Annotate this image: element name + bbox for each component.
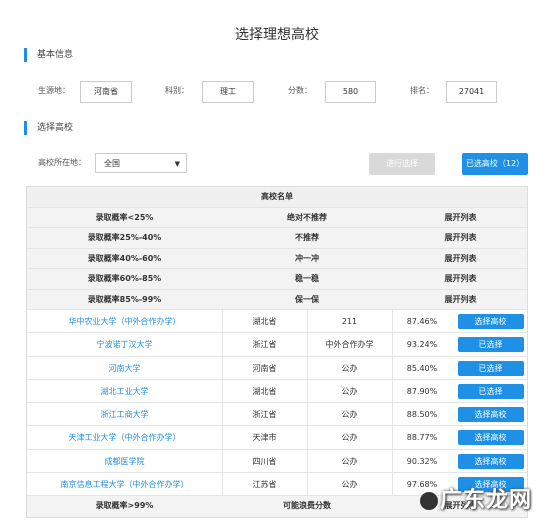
admission-rate-cell: 88.77% xyxy=(406,433,438,443)
category-row: 录取概率85%-99% 保一保 展开列表 xyxy=(27,289,529,310)
expand-list-link[interactable]: 展开列表 xyxy=(392,269,529,289)
submit-selection-button[interactable]: 进行选择 xyxy=(369,153,435,175)
table-header-title: 高校名单 xyxy=(261,192,293,201)
category-row: 录取概率60%-85% 稳一稳 展开列表 xyxy=(27,269,527,290)
expand-list-link[interactable]: 展开列表 xyxy=(392,290,529,310)
province-cell: 江苏省 xyxy=(222,473,308,496)
table-row: 河南大学 河南省 公办 85.40% 已选择 xyxy=(27,356,529,380)
region-select-value: 全国 xyxy=(104,159,120,168)
admission-rate-cell: 90.32% xyxy=(406,456,438,466)
school-type-cell: 公办 xyxy=(307,426,393,449)
score-field[interactable]: 580 xyxy=(325,81,376,103)
expand-list-link[interactable]: 展开列表 xyxy=(392,249,529,269)
logo-icon xyxy=(420,492,438,510)
category-prob: 录取概率40%-60% xyxy=(87,253,162,263)
table-row: 天津工业大学（中外合作办学） 天津市 公办 88.77% 选择高校 xyxy=(27,426,529,450)
school-type-cell: 公办 xyxy=(307,356,393,379)
province-cell: 四川省 xyxy=(222,449,308,473)
subject-label: 科别： xyxy=(165,86,189,95)
watermark-text: 广东龙网 xyxy=(440,488,533,513)
table-header: 高校名单 xyxy=(27,187,527,208)
table-row: 浙江工商大学 浙江省 公办 88.50% 选择高校 xyxy=(27,403,529,427)
province-cell: 湖北省 xyxy=(222,379,308,403)
category-advice: 冲一冲 xyxy=(295,253,319,263)
page-title: 选择理想高校 xyxy=(235,27,319,43)
school-type-cell: 公办 xyxy=(307,379,393,403)
category-advice: 不推荐 xyxy=(295,233,319,242)
chevron-down-icon: ▼ xyxy=(174,160,180,168)
score-label: 分数： xyxy=(288,86,312,95)
category-row: 录取概率40%-60% 冲一冲 展开列表 xyxy=(27,248,529,269)
school-type-cell: 211 xyxy=(307,310,393,333)
origin-field[interactable]: 河南省 xyxy=(80,81,132,103)
province-cell: 湖北省 xyxy=(222,310,308,333)
select-school-button[interactable]: 选择高校 xyxy=(457,314,524,329)
origin-label: 生源地： xyxy=(38,86,70,95)
school-name-link[interactable]: 南京信息工程大学（中外合作办学） xyxy=(27,473,223,496)
selected-schools-button[interactable]: 已选高校（12） xyxy=(462,153,528,175)
select-cell: 已选择 xyxy=(452,357,529,379)
school-name-link[interactable]: 成都医学院 xyxy=(27,449,223,473)
school-name-link[interactable]: 浙江工商大学 xyxy=(27,403,223,426)
province-cell: 天津市 xyxy=(222,426,308,449)
category-prob: 录取概率85%-99% xyxy=(87,294,162,304)
admission-rate-cell: 93.24% xyxy=(406,340,438,350)
table-row: 成都医学院 四川省 公办 90.32% 选择高校 xyxy=(27,449,529,474)
school-type-cell: 公办 xyxy=(307,473,393,496)
rank-label: 排名： xyxy=(410,86,434,95)
section-choose-school: 选择高校 xyxy=(24,121,73,135)
category-row: 录取概率<25% 绝对不推荐 展开列表 xyxy=(27,207,529,228)
category-advice: 保一保 xyxy=(295,294,319,304)
category-advice: 绝对不推荐 xyxy=(287,212,327,222)
category-row: 录取概率25%-40% 不推荐 展开列表 xyxy=(27,228,527,249)
table-row: 华中农业大学（中外合作办学） 湖北省 211 87.46% 选择高校 xyxy=(27,310,529,334)
expand-list-link[interactable]: 展开列表 xyxy=(392,208,529,228)
expand-list-link[interactable]: 展开列表 xyxy=(392,228,529,248)
select-cell: 选择高校 xyxy=(452,450,529,472)
select-cell: 已选择 xyxy=(452,380,529,402)
province-cell: 浙江省 xyxy=(222,403,308,426)
select-cell: 选择高校 xyxy=(452,310,529,332)
school-type-cell: 公办 xyxy=(307,403,393,426)
select-school-button[interactable]: 选择高校 xyxy=(457,407,524,423)
school-type-cell: 公办 xyxy=(307,449,393,473)
school-list-table: 高校名单 录取概率<25% 绝对不推荐 展开列表 录取概率25%-40% 不推荐… xyxy=(26,186,528,518)
region-select[interactable]: 全国 ▼ xyxy=(95,153,187,173)
admission-rate-cell: 87.46% xyxy=(406,317,438,326)
subject-field[interactable]: 理工 xyxy=(202,81,254,103)
admission-rate-cell: 88.50% xyxy=(406,410,438,420)
category-prob: 录取概率<25% xyxy=(95,212,154,222)
school-name-link[interactable]: 宁波诺丁汉大学 xyxy=(27,333,223,356)
region-label: 高校所在地： xyxy=(38,158,86,167)
select-school-button[interactable]: 已选择 xyxy=(457,383,524,399)
select-school-button[interactable]: 选择高校 xyxy=(457,430,524,446)
school-name-link[interactable]: 湖北工业大学 xyxy=(27,379,223,403)
select-school-button[interactable]: 已选择 xyxy=(457,360,524,376)
category-advice: 稳一稳 xyxy=(295,274,319,283)
select-cell: 已选择 xyxy=(452,333,529,355)
province-cell: 浙江省 xyxy=(222,333,308,356)
admission-rate-cell: 85.40% xyxy=(406,363,438,373)
section-basic-info: 基本信息 xyxy=(24,48,73,62)
category-prob: 录取概率>99% xyxy=(95,501,154,511)
category-advice: 可能浪费分数 xyxy=(283,501,331,511)
school-name-link[interactable]: 河南大学 xyxy=(27,356,223,379)
admission-rate-cell: 87.90% xyxy=(406,386,438,396)
rank-field[interactable]: 27041 xyxy=(446,81,497,103)
school-name-link[interactable]: 天津工业大学（中外合作办学） xyxy=(27,426,223,449)
watermark-logo: 广东龙网 xyxy=(420,482,548,516)
category-prob: 录取概率25%-40% xyxy=(87,233,162,242)
select-school-button[interactable]: 已选择 xyxy=(457,337,524,353)
select-school-button[interactable]: 选择高校 xyxy=(457,453,524,469)
province-cell: 河南省 xyxy=(222,356,308,379)
select-cell: 选择高校 xyxy=(452,403,529,425)
table-row: 宁波诺丁汉大学 浙江省 中外合作办学 93.24% 已选择 xyxy=(27,333,529,357)
category-prob: 录取概率60%-85% xyxy=(87,274,162,283)
school-name-link[interactable]: 华中农业大学（中外合作办学） xyxy=(27,310,223,333)
school-type-cell: 中外合作办学 xyxy=(307,333,393,356)
select-cell: 选择高校 xyxy=(452,426,529,448)
table-row: 湖北工业大学 湖北省 公办 87.90% 已选择 xyxy=(27,379,529,404)
